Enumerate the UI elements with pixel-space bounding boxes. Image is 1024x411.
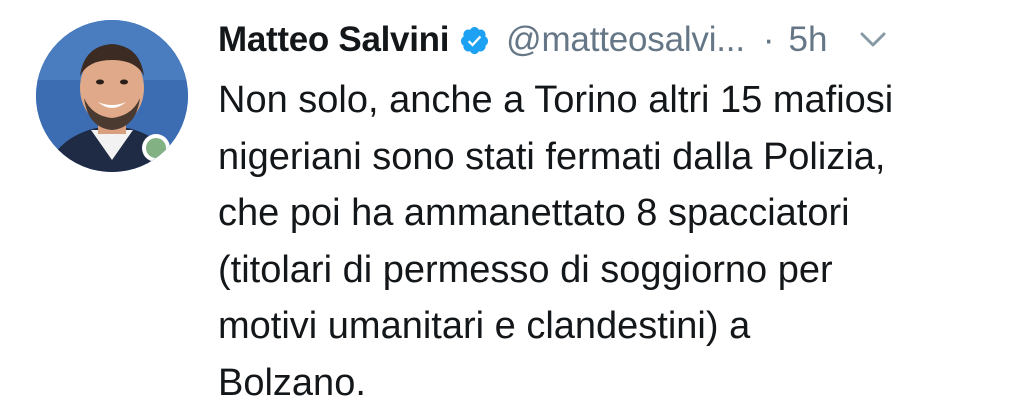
handle[interactable]: @matteosalvi...	[506, 20, 745, 60]
tweet-header: Matteo Salvini @matteosalvi... · 5h	[218, 16, 1008, 64]
tweet-text-line: che poi ha ammanettato 8 spacciatori	[218, 185, 1008, 242]
tweet-text-line: Bolzano.	[218, 355, 1008, 411]
tweet-text-line: nigeriani sono stati fermati dalla Poliz…	[218, 129, 1008, 186]
timestamp[interactable]: 5h	[789, 20, 828, 60]
tweet-text: Non solo, anche a Torino altri 15 mafios…	[218, 72, 1008, 411]
display-name[interactable]: Matteo Salvini	[218, 20, 449, 60]
tweet-text-line: motivi umanitari e clandestini) a	[218, 298, 1008, 355]
tweet[interactable]: Matteo Salvini @matteosalvi... · 5h Non …	[0, 0, 1024, 409]
tweet-text-line: Non solo, anche a Torino altri 15 mafios…	[218, 72, 1008, 129]
avatar-image	[36, 20, 188, 172]
tweet-text-line: (titolari di permesso di soggiorno per	[218, 242, 1008, 299]
chevron-down-icon[interactable]	[859, 26, 887, 54]
avatar[interactable]	[36, 20, 188, 172]
separator-dot: ·	[763, 20, 775, 60]
verified-badge-icon	[459, 25, 490, 56]
